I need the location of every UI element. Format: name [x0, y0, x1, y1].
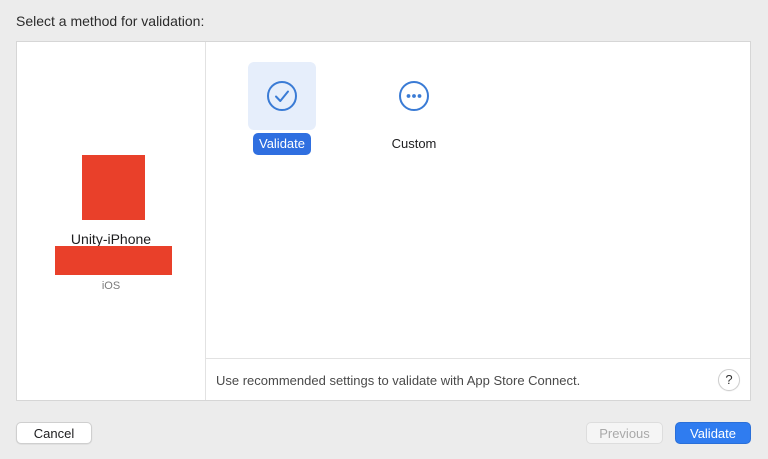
validate-button[interactable]: Validate: [675, 422, 751, 444]
cancel-button[interactable]: Cancel: [16, 422, 92, 444]
method-selection-pane: Validate Custom Use recommended settings…: [206, 42, 750, 400]
redaction-bar: [55, 246, 172, 275]
app-name: Unity-iPhone: [70, 231, 152, 247]
option-custom-label[interactable]: Custom: [386, 133, 443, 155]
app-icon-redacted: [82, 155, 145, 220]
option-validate-tile[interactable]: [248, 62, 316, 130]
option-custom-tile[interactable]: [380, 62, 448, 130]
dialog-prompt: Select a method for validation:: [16, 13, 205, 29]
options-panel: Unity-iPhone iOS Validate Custom Use rec…: [16, 41, 751, 401]
validation-dialog: Select a method for validation: Unity-iP…: [0, 0, 768, 459]
option-custom[interactable]: Custom: [380, 62, 448, 155]
app-platform: iOS: [101, 280, 121, 292]
option-validate-label[interactable]: Validate: [252, 133, 311, 155]
previous-button[interactable]: Previous: [586, 422, 663, 444]
checkmark-circle-icon: [267, 81, 297, 111]
ellipsis-circle-icon: [399, 81, 429, 111]
description-bar: Use recommended settings to validate wit…: [206, 358, 750, 401]
help-button[interactable]: ?: [718, 369, 740, 391]
option-validate[interactable]: Validate: [248, 62, 316, 155]
method-description: Use recommended settings to validate wit…: [216, 373, 581, 388]
app-summary-pane: Unity-iPhone iOS: [17, 42, 206, 400]
